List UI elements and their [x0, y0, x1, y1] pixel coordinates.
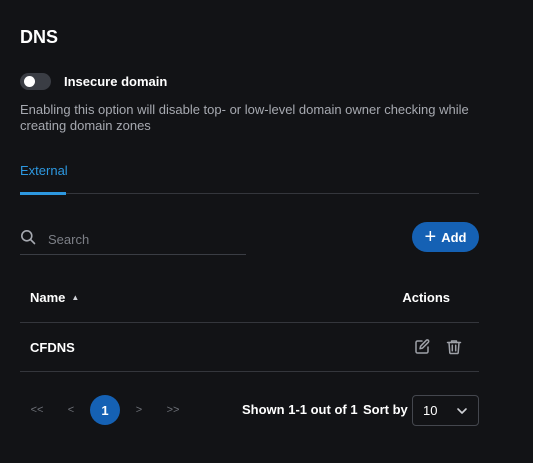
row-actions — [413, 338, 463, 356]
toggle-label: Insecure domain — [64, 74, 168, 89]
search-icon — [20, 229, 36, 250]
search-box — [20, 224, 246, 255]
add-button-label: Add — [441, 229, 467, 245]
sort-by-label: Sort by — [363, 402, 408, 417]
current-page-button[interactable]: 1 — [90, 395, 120, 425]
edit-icon[interactable] — [413, 338, 431, 356]
insecure-domain-toggle[interactable] — [20, 73, 51, 90]
search-input[interactable] — [46, 230, 240, 248]
page-size-select[interactable]: 10 — [412, 395, 479, 426]
column-header-name[interactable]: Name ▲ — [30, 290, 79, 305]
toggle-knob — [24, 76, 35, 87]
active-tab-indicator — [20, 192, 66, 195]
page-title: DNS — [20, 27, 59, 47]
sort-ascending-icon: ▲ — [71, 293, 80, 302]
tab-external[interactable]: External — [20, 163, 68, 195]
pagination-summary: Shown 1-1 out of 1 — [242, 402, 358, 417]
delete-icon[interactable] — [445, 338, 463, 356]
insecure-domain-setting: Insecure domain — [20, 73, 167, 90]
pagination: << < 1 > >> — [20, 395, 190, 425]
tab-label: External — [20, 163, 68, 178]
dns-table: Name ▲ Actions CFDNS — [20, 273, 479, 372]
table-header: Name ▲ Actions — [20, 273, 479, 323]
column-header-name-label: Name — [30, 290, 66, 305]
tab-bar: External — [20, 163, 479, 195]
setting-description: Enabling this option will disable top- o… — [20, 102, 469, 133]
first-page-button[interactable]: << — [20, 404, 54, 416]
column-header-actions: Actions — [402, 290, 450, 305]
page-size-value: 10 — [423, 403, 438, 418]
row-name: CFDNS — [30, 340, 75, 355]
table-row: CFDNS — [20, 323, 479, 372]
add-button[interactable]: + Add — [412, 222, 479, 252]
plus-icon: + — [424, 226, 437, 248]
last-page-button[interactable]: >> — [156, 404, 190, 416]
prev-page-button[interactable]: < — [54, 404, 88, 416]
next-page-button[interactable]: > — [122, 404, 156, 416]
